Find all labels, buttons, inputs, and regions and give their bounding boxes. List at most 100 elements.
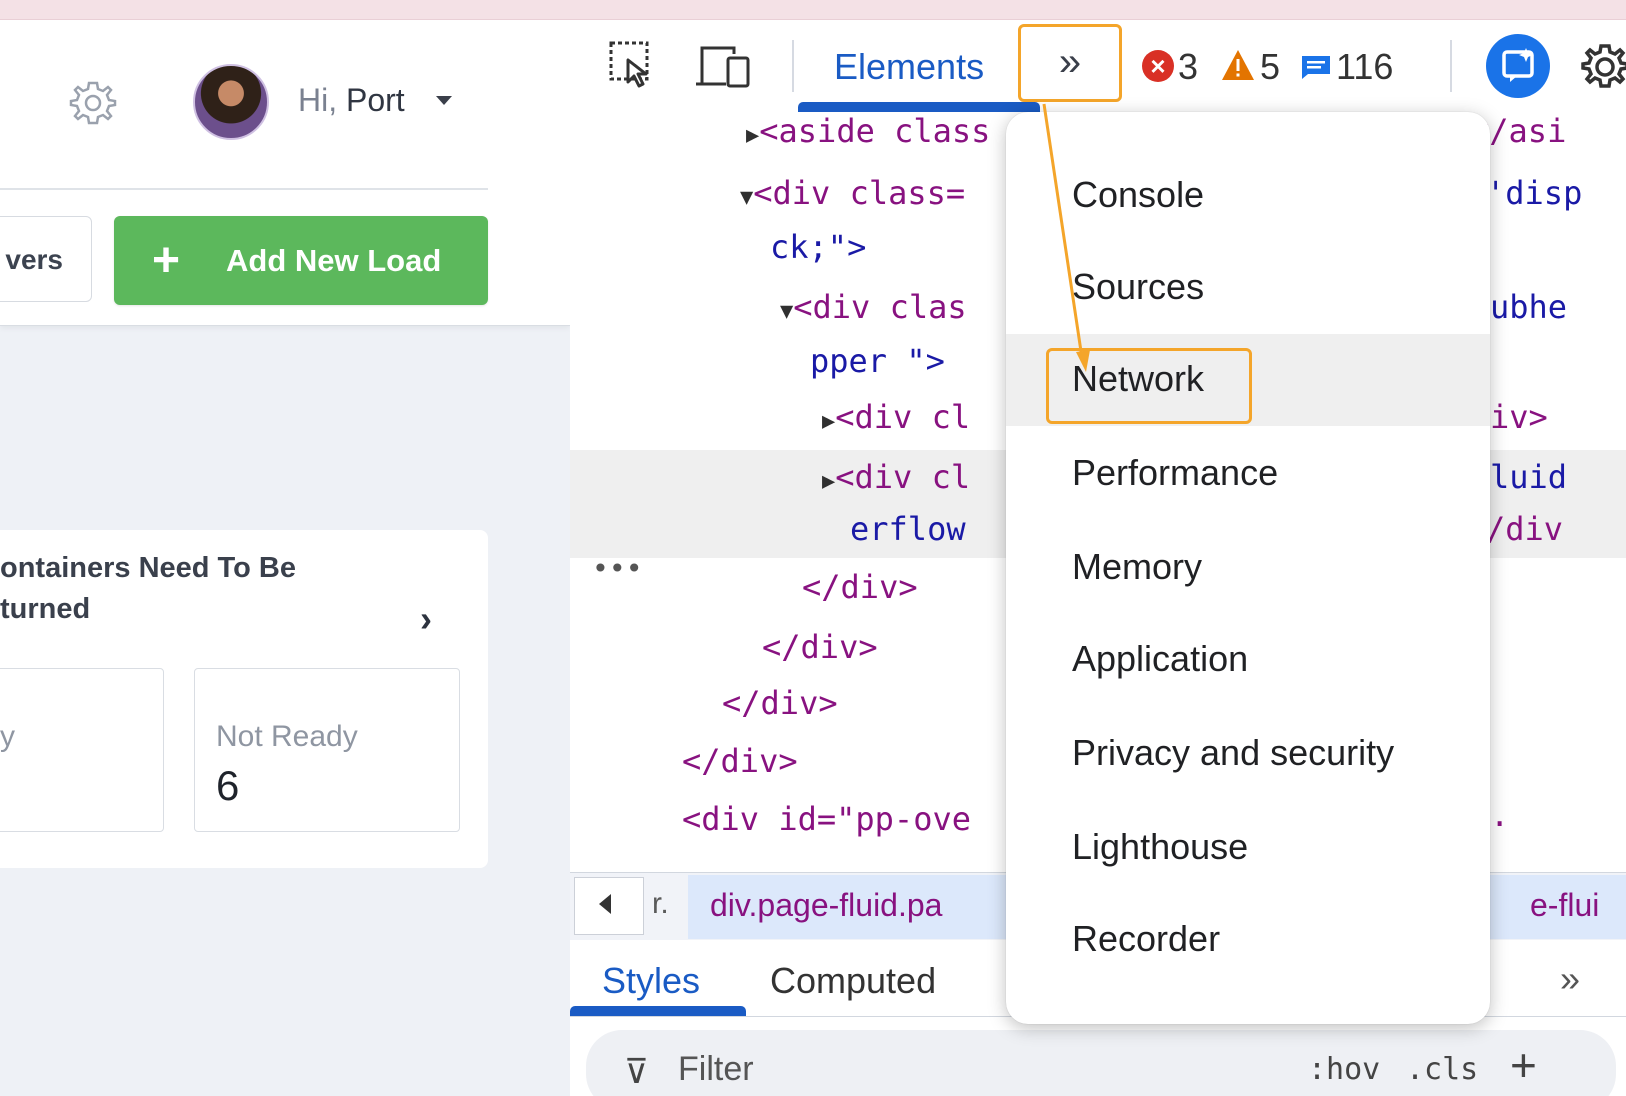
card-title-line1: ontainers Need To Be: [0, 552, 296, 584]
network-annotation-box: [1046, 348, 1252, 424]
chevron-right-icon[interactable]: ›: [420, 598, 432, 640]
devtools-settings-icon[interactable]: [1578, 40, 1626, 94]
web-app-panel: Hi, Port vers + Add New Load ontainers N…: [0, 20, 571, 1096]
warning-count[interactable]: 5: [1260, 46, 1280, 88]
dom-right-fragment: luid: [1490, 458, 1567, 496]
dom-row-menu-icon[interactable]: •••: [592, 552, 643, 585]
dom-node-attr: ck;">: [770, 228, 866, 266]
menu-item-privacy-and-security[interactable]: Privacy and security: [1006, 708, 1490, 800]
dom-node-selected[interactable]: ▶<div cl: [822, 458, 970, 496]
ai-assistant-icon[interactable]: [1486, 34, 1550, 98]
dom-line-text: </div>: [722, 684, 838, 722]
user-avatar[interactable]: [193, 64, 269, 140]
dom-line-text: luid: [1490, 458, 1568, 496]
stat-label-ready: y: [0, 720, 15, 753]
dom-node[interactable]: <div id="pp-ove: [682, 800, 971, 838]
add-style-rule-button[interactable]: +: [1510, 1038, 1537, 1092]
dom-node-attr: erflow: [850, 510, 966, 548]
caret-left-icon: [599, 894, 611, 914]
dom-closing-tag[interactable]: </div>: [762, 628, 878, 666]
active-tab-indicator: [798, 102, 1040, 112]
card-title-line2: turned: [0, 593, 91, 625]
greeting-username: Port: [346, 82, 405, 118]
dom-line-text: erflow: [850, 510, 966, 548]
menu-item-performance[interactable]: Performance: [1006, 428, 1490, 520]
dom-right-fragment: .: [1490, 796, 1509, 834]
stat-label-not-ready: Not Ready: [216, 720, 358, 753]
menu-item-label: Recorder: [1072, 918, 1221, 959]
user-greeting[interactable]: Hi, Port: [298, 82, 405, 119]
dom-line-text: <div clas: [793, 288, 967, 326]
toolbar-separator: [792, 40, 794, 92]
error-icon[interactable]: ×: [1142, 50, 1174, 82]
menu-item-label: Privacy and security: [1072, 732, 1395, 773]
settings-gear-icon[interactable]: [68, 78, 118, 128]
dom-right-fragment: 'disp: [1486, 174, 1582, 212]
breadcrumb-scroll-left-button[interactable]: [574, 877, 644, 935]
menu-item-application[interactable]: Application: [1006, 614, 1490, 706]
menu-item-lighthouse[interactable]: Lighthouse: [1006, 802, 1490, 894]
dom-line-text: <div class=: [753, 174, 966, 212]
caret-down-icon[interactable]: [436, 96, 452, 105]
dom-closing-tag[interactable]: </div>: [722, 684, 838, 722]
dom-right-fragment: iv>: [1490, 398, 1548, 436]
menu-item-label: Application: [1072, 638, 1249, 679]
filter-icon: ⊽: [624, 1053, 649, 1091]
active-tab-indicator: [570, 1006, 746, 1016]
more-sidebar-tabs-button[interactable]: »: [1560, 958, 1580, 1000]
window-top-strip: [0, 0, 1626, 20]
more-tabs-menu: Console Sources Network Performance Memo…: [1006, 112, 1490, 1024]
dom-line-text: <div cl: [835, 458, 971, 496]
dom-node[interactable]: ▼<div class=: [740, 174, 965, 212]
error-count[interactable]: 3: [1178, 46, 1198, 88]
dom-right-fragment: /div: [1486, 510, 1563, 548]
inspect-element-icon[interactable]: [606, 38, 660, 92]
breadcrumb-item-prev[interactable]: r.: [652, 887, 669, 921]
dom-node[interactable]: ▼<div clas: [780, 288, 967, 326]
dom-line-text: /div: [1486, 510, 1564, 548]
dom-closing-tag[interactable]: </div>: [802, 568, 918, 606]
dom-line-text: </div>: [682, 742, 798, 780]
dom-closing-tag[interactable]: </div>: [682, 742, 798, 780]
menu-item-sources[interactable]: Sources: [1006, 242, 1490, 334]
dom-line-text: iv>: [1490, 398, 1548, 436]
dom-node-attr: pper ">: [810, 342, 945, 380]
dom-line-text: .: [1490, 796, 1510, 834]
menu-item-label: Performance: [1072, 452, 1279, 493]
dom-node[interactable]: ▶<div cl: [822, 398, 970, 436]
dom-line-text: pper ">: [810, 342, 945, 380]
stat-box-ready[interactable]: [0, 668, 164, 832]
message-icon[interactable]: [1300, 54, 1332, 80]
class-toggle[interactable]: .cls: [1406, 1052, 1478, 1087]
device-toolbar-icon[interactable]: [694, 38, 754, 92]
drivers-button[interactable]: vers: [0, 216, 92, 302]
tab-elements[interactable]: Elements: [834, 46, 984, 88]
menu-item-label: Lighthouse: [1072, 826, 1249, 867]
message-count[interactable]: 116: [1336, 46, 1393, 88]
dom-node[interactable]: ▶<aside class: [746, 112, 990, 150]
tab-styles[interactable]: Styles: [602, 960, 700, 1002]
menu-item-label: Memory: [1072, 546, 1203, 587]
menu-item-memory[interactable]: Memory: [1006, 522, 1490, 614]
dom-right-fragment: ubhe: [1490, 288, 1567, 326]
menu-item-recorder[interactable]: Recorder: [1006, 894, 1490, 986]
dom-line-text: </div>: [762, 628, 878, 666]
add-new-load-label: Add New Load: [226, 243, 442, 278]
styles-filter-input[interactable]: Filter: [678, 1050, 754, 1089]
dom-line-text: 'disp: [1486, 174, 1583, 212]
warning-icon[interactable]: [1220, 48, 1256, 82]
more-tabs-button[interactable]: »: [1018, 24, 1122, 102]
header-divider: [0, 188, 488, 190]
menu-item-console[interactable]: Console: [1006, 150, 1490, 242]
add-new-load-button[interactable]: + Add New Load: [114, 216, 488, 305]
card-title[interactable]: ontainers Need To Be turned: [0, 548, 370, 630]
hover-state-toggle[interactable]: :hov: [1308, 1052, 1380, 1087]
breadcrumb-item-current[interactable]: div.page-fluid.pa: [710, 887, 942, 924]
dom-line-text: <aside class: [759, 112, 991, 150]
menu-item-label: Console: [1072, 174, 1205, 215]
dom-line-text: </div>: [802, 568, 918, 606]
tab-computed[interactable]: Computed: [770, 960, 936, 1002]
breadcrumb-item-next[interactable]: e-flui: [1530, 887, 1599, 924]
toolbar-separator: [1450, 40, 1452, 92]
dom-line-text: <div id="pp-ove: [682, 800, 971, 838]
